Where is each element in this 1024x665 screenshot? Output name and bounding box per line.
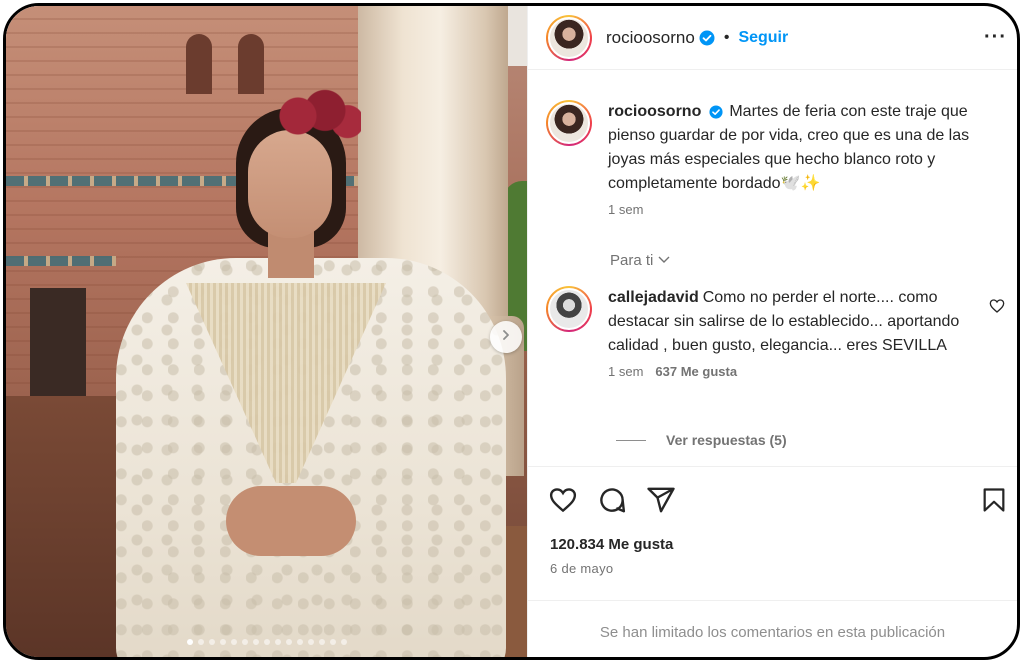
comments-limited-notice: Se han limitado los comentarios en esta … — [528, 600, 1017, 657]
follow-button[interactable]: Seguir — [738, 29, 788, 47]
carousel-dot — [208, 639, 215, 645]
verified-icon — [699, 30, 715, 46]
photo-face — [248, 130, 332, 238]
avatar[interactable] — [546, 100, 592, 146]
carousel-dot — [197, 639, 204, 645]
photo-hands — [226, 486, 356, 556]
chevron-down-icon — [657, 252, 671, 269]
photo-subject — [76, 78, 506, 657]
avatar[interactable] — [546, 286, 592, 332]
carousel-indicator — [6, 639, 527, 645]
carousel-dot — [219, 639, 226, 645]
post-header: rocioosorno • Seguir ··· — [528, 6, 1017, 70]
likes-count[interactable]: 120.834 Me gusta — [550, 536, 673, 553]
action-bar — [528, 466, 1017, 536]
carousel-dot — [263, 639, 270, 645]
comment-meta: 1 sem 637 Me gusta — [608, 364, 998, 379]
caption-time[interactable]: 1 sem — [608, 202, 998, 217]
caption: rocioosorno Martes de feria con este traj… — [546, 100, 1006, 217]
comment-likes[interactable]: 637 Me gusta — [655, 364, 737, 379]
carousel-dot — [340, 639, 347, 645]
post-photo[interactable] — [6, 6, 527, 657]
bookmark-icon[interactable] — [980, 485, 1008, 520]
avatar[interactable] — [546, 14, 592, 61]
carousel-dot — [296, 639, 303, 645]
comment-like-heart-icon[interactable] — [989, 298, 1005, 319]
view-replies-button[interactable]: Ver respuestas (5) — [616, 432, 787, 448]
header-separator: • — [723, 28, 730, 46]
photo-flower — [271, 88, 361, 144]
chevron-right-icon — [500, 328, 512, 346]
sort-dropdown[interactable]: Para ti — [610, 252, 671, 269]
post-side-panel: rocioosorno • Seguir ··· rocioosorno Mart… — [527, 6, 1017, 657]
carousel-next-button[interactable] — [490, 321, 522, 353]
view-replies-label: Ver respuestas (5) — [666, 432, 787, 448]
sort-label: Para ti — [610, 252, 654, 269]
post-date[interactable]: 6 de mayo — [550, 561, 613, 576]
carousel-dot — [285, 639, 292, 645]
carousel-dot — [186, 639, 193, 645]
heart-icon[interactable] — [548, 485, 578, 520]
carousel-dot — [230, 639, 237, 645]
post-window: rocioosorno • Seguir ··· rocioosorno Mart… — [3, 3, 1020, 660]
carousel-dot — [241, 639, 248, 645]
share-icon[interactable] — [646, 485, 676, 520]
more-icon[interactable]: ··· — [984, 26, 1007, 49]
carousel-dot — [329, 639, 336, 645]
comment-text-block: callejadavid Como no perder el norte.... … — [608, 286, 998, 358]
comment-icon[interactable] — [597, 485, 627, 520]
carousel-dot — [252, 639, 259, 645]
comment-time[interactable]: 1 sem — [608, 364, 643, 379]
caption-username[interactable]: rocioosorno — [608, 103, 701, 120]
header-username[interactable]: rocioosorno — [606, 28, 695, 48]
carousel-dot — [307, 639, 314, 645]
carousel-dot — [274, 639, 281, 645]
comment-username[interactable]: callejadavid — [608, 289, 699, 306]
carousel-dot — [318, 639, 325, 645]
comment-item: callejadavid Como no perder el norte.... … — [546, 286, 1006, 379]
replies-divider — [616, 439, 646, 441]
verified-icon — [709, 105, 723, 119]
caption-text-block: rocioosorno Martes de feria con este traj… — [608, 100, 998, 196]
